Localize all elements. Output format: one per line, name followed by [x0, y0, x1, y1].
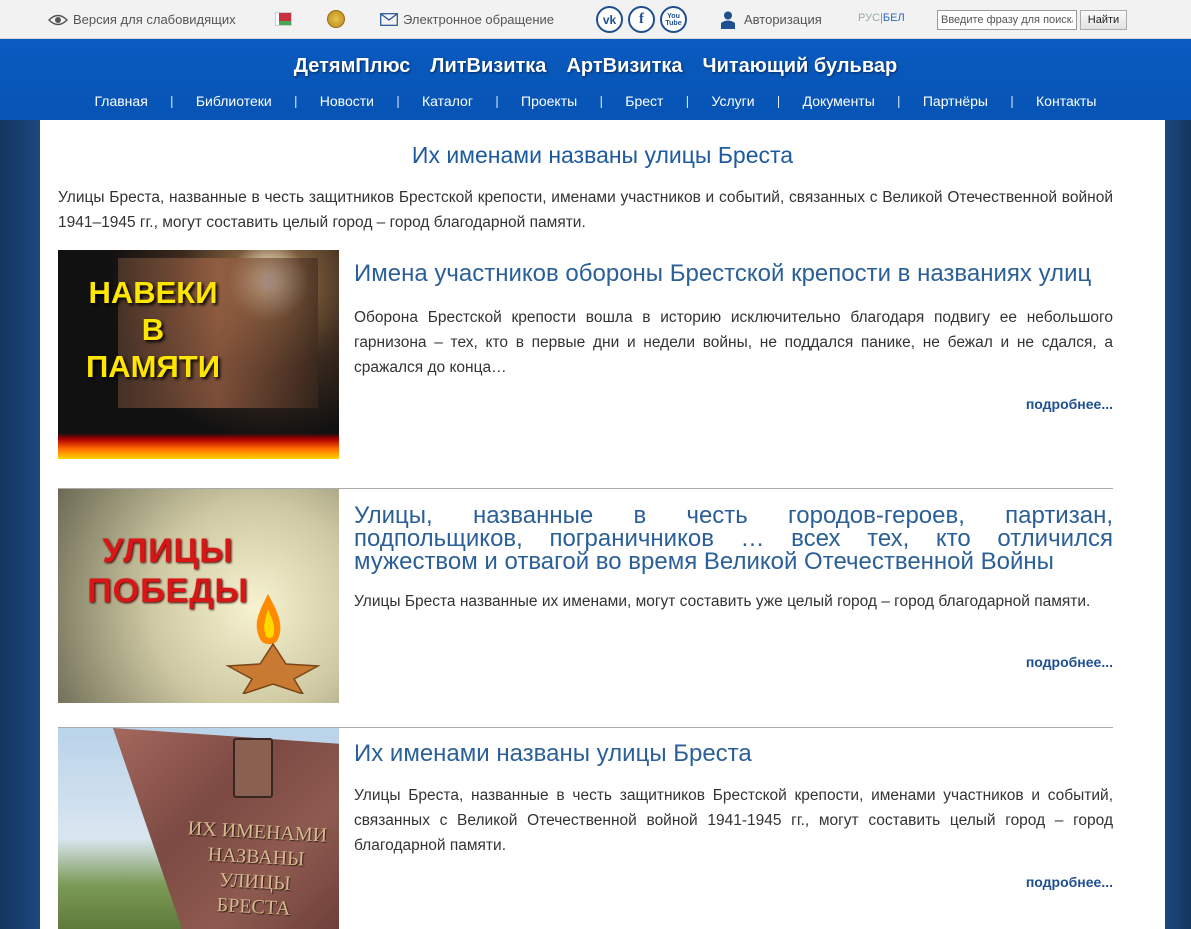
login-label: Авторизация [744, 12, 822, 27]
article-image[interactable]: УЛИЦЫ ПОБЕДЫ [58, 489, 339, 703]
article-title[interactable]: Имена участников обороны Брестской крепо… [354, 262, 1113, 286]
nav-separator: ❘ [392, 94, 404, 108]
search-button[interactable]: Найти [1080, 10, 1127, 30]
youtube-icon[interactable]: You Tube [660, 6, 687, 33]
flames-graphic [58, 433, 339, 459]
nav-separator: ❘ [1006, 94, 1018, 108]
eternal-flame-icon [225, 594, 321, 694]
article-card: НАВЕКИ В ПАМЯТИ Имена участников обороны… [58, 250, 1113, 465]
nav-separator: ❘ [893, 94, 904, 108]
main-content: Их именами названы улицы Бреста Улицы Бр… [40, 120, 1165, 929]
nav-separator: ❘ [773, 94, 784, 108]
site-header: ДетямПлюс ЛитВизитка АртВизитка Читающий… [0, 39, 1191, 120]
image-caption: НАВЕКИ В ПАМЯТИ [86, 275, 220, 384]
nav-brest[interactable]: Брест [606, 93, 682, 109]
project-link-detyamplyus[interactable]: ДетямПлюс [294, 55, 411, 78]
lang-be[interactable]: БЕЛ [883, 12, 905, 24]
page-background-right [1165, 120, 1191, 929]
page-intro: Улицы Бреста, названные в честь защитник… [58, 189, 1113, 231]
accessibility-link[interactable]: Версия для слабовидящих [48, 0, 236, 39]
nav-separator: ❘ [491, 94, 502, 108]
page-title: Их именами названы улицы Бреста [411, 142, 794, 168]
e-appeal-link[interactable]: Электронное обращение [380, 0, 554, 39]
page-background-left [0, 120, 40, 929]
language-switcher: РУС|БЕЛ [858, 12, 905, 24]
article-card: УЛИЦЫ ПОБЕДЫ Улицы, названные в честь го… [58, 489, 1113, 704]
nav-news[interactable]: Новости [301, 93, 393, 109]
login-link[interactable]: Авторизация [721, 0, 822, 39]
nav-separator: ❘ [682, 94, 693, 108]
project-link-artvizitka[interactable]: АртВизитка [566, 55, 682, 78]
read-more-link[interactable]: подробнее... [1026, 654, 1113, 670]
image-caption: ИХ ИМЕНАМИ НАЗВАНЫ УЛИЦЫ БРЕСТА [187, 817, 328, 920]
eye-icon [48, 14, 68, 25]
article-image[interactable]: ИХ ИМЕНАМИ НАЗВАНЫ УЛИЦЫ БРЕСТА [58, 728, 339, 929]
accessibility-label: Версия для слабовидящих [73, 12, 236, 27]
nav-libraries[interactable]: Библиотеки [177, 93, 291, 109]
envelope-icon [380, 13, 398, 26]
main-navigation: Главная ❘ Библиотеки ❘ Новости ❘ Каталог ❘ П… [0, 93, 1191, 109]
read-more-link[interactable]: подробнее... [1026, 396, 1113, 412]
belarus-flag-icon[interactable] [275, 12, 292, 26]
article-image[interactable]: НАВЕКИ В ПАМЯТИ [58, 250, 339, 459]
lang-ru[interactable]: РУС [858, 12, 880, 24]
e-appeal-label: Электронное обращение [403, 12, 554, 27]
nav-contacts[interactable]: Контакты [1017, 93, 1115, 109]
project-link-chitayushchiy-bulvar[interactable]: Читающий бульвар [703, 55, 898, 78]
coat-of-arms-icon[interactable] [327, 10, 345, 28]
nav-catalog[interactable]: Каталог [403, 93, 492, 109]
nav-partners[interactable]: Партнёры [904, 93, 1007, 109]
article-title[interactable]: Их именами названы улицы Бреста [354, 742, 1113, 766]
article-summary: Оборона Брестской крепости вошла в истор… [354, 309, 1113, 376]
user-icon [721, 11, 735, 29]
article-summary: Улицы Бреста названные их именами, могут… [354, 593, 1091, 610]
nav-projects[interactable]: Проекты [502, 93, 596, 109]
brest-coat-of-arms-icon [233, 738, 273, 798]
project-links: ДетямПлюс ЛитВизитка АртВизитка Читающий… [0, 55, 1191, 78]
article-card: ИХ ИМЕНАМИ НАЗВАНЫ УЛИЦЫ БРЕСТА Их имена… [58, 728, 1113, 929]
project-link-litvizitka[interactable]: ЛитВизитка [430, 55, 546, 78]
nav-documents[interactable]: Документы [784, 93, 894, 109]
nav-separator: ❘ [596, 94, 607, 108]
article-title[interactable]: Улицы, названные в честь городов-героев,… [354, 504, 1113, 574]
top-utility-bar: Версия для слабовидящих Электронное обра… [0, 0, 1191, 39]
nav-separator: ❘ [166, 94, 177, 108]
read-more-link[interactable]: подробнее... [1026, 874, 1113, 890]
article-summary: Улицы Бреста, названные в честь защитник… [354, 787, 1113, 854]
nav-services[interactable]: Услуги [692, 93, 773, 109]
vk-icon[interactable]: vk [596, 6, 623, 33]
nav-separator: ❘ [290, 94, 301, 108]
search-input[interactable] [937, 10, 1077, 30]
nav-home[interactable]: Главная [75, 93, 166, 109]
facebook-icon[interactable]: f [628, 6, 655, 33]
